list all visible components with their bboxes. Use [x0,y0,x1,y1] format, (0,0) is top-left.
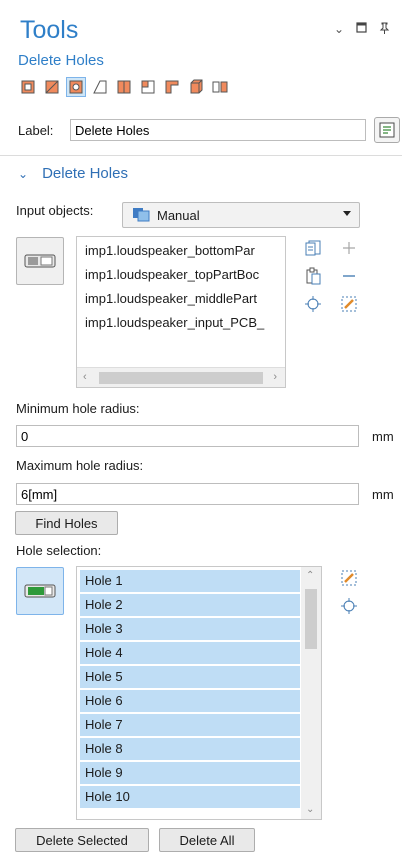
divider [0,155,402,156]
zoom-to-selection-icon[interactable] [303,294,323,314]
zoom-to-selection-icon[interactable] [339,596,359,616]
list-item[interactable]: Hole 8 [80,738,300,760]
hole-list-tools [339,568,359,616]
section-title: Delete Holes [42,165,128,182]
scroll-left-icon[interactable]: ‹ [83,371,87,383]
input-objects-value: Manual [157,207,200,223]
input-objects-select[interactable]: Manual [122,202,360,228]
hole-selection-list[interactable]: Hole 1 Hole 2 Hole 3 Hole 4 Hole 5 Hole … [76,566,322,820]
paste-icon[interactable] [303,266,323,286]
list-item[interactable]: Hole 3 [80,618,300,640]
delete-all-button[interactable]: Delete All [159,828,255,852]
geometry-toolbar [18,77,230,97]
chevron-down-icon [343,211,351,216]
object-list-tools [303,238,359,314]
clear-selection-icon[interactable] [339,294,359,314]
panel-title: Tools [20,16,79,44]
max-radius-unit: mm [372,487,394,502]
maximize-icon[interactable] [356,22,367,37]
scroll-thumb[interactable] [305,589,317,649]
solid-box-icon[interactable] [186,77,206,97]
add-icon[interactable] [339,238,359,258]
list-item[interactable]: Hole 1 [80,570,300,592]
min-radius-unit: mm [372,429,394,444]
vertical-scrollbar[interactable]: ⌃ ⌄ [301,567,321,819]
split-icon[interactable] [114,77,134,97]
fill-surface-icon[interactable] [90,77,110,97]
list-item[interactable]: imp1.loudspeaker_bottomPar [77,239,285,263]
merge-icon[interactable] [138,77,158,97]
section-header[interactable]: ⌄ Delete Holes [18,165,128,182]
list-item[interactable]: imp1.loudspeaker_middlePart [77,287,285,311]
label-edit-icon[interactable] [374,117,400,143]
list-item[interactable]: Hole 5 [80,666,300,688]
input-objects-list[interactable]: imp1.loudspeaker_bottomPar imp1.loudspea… [76,236,286,388]
delete-holes-icon[interactable] [18,77,38,97]
manual-selection-icon [131,206,151,225]
panel-subtitle: Delete Holes [18,52,104,69]
list-item[interactable]: Hole 2 [80,594,300,616]
detach-icon[interactable] [210,77,230,97]
remove-icon[interactable] [339,266,359,286]
chevron-down-icon[interactable]: ⌄ [18,167,28,181]
activate-selection-toggle[interactable] [16,237,64,285]
label-row: Label: [18,119,366,141]
list-item[interactable]: Hole 6 [80,690,300,712]
delete-holes-active-icon[interactable] [66,77,86,97]
max-radius-label: Maximum hole radius: [16,458,144,473]
label-input[interactable] [70,119,366,141]
copy-list-icon[interactable] [303,238,323,258]
list-item[interactable]: Hole 10 [80,786,300,808]
cut-corner-icon[interactable] [162,77,182,97]
min-radius-label: Minimum hole radius: [16,401,140,416]
delete-selected-button[interactable]: Delete Selected [15,828,149,852]
input-objects-label: Input objects: [16,203,94,218]
min-radius-input[interactable] [16,425,359,447]
fill-face-icon[interactable] [42,77,62,97]
find-holes-button[interactable]: Find Holes [15,511,118,535]
window-controls: ⌄ [334,22,390,37]
list-item[interactable]: imp1.loudspeaker_input_PCB_ [77,311,285,335]
scroll-right-icon[interactable]: › [273,371,277,383]
list-item[interactable]: Hole 7 [80,714,300,736]
input-objects-row: Input objects: [16,203,93,218]
scroll-up-icon[interactable]: ⌃ [306,570,314,581]
clear-selection-icon[interactable] [339,568,359,588]
max-radius-input[interactable] [16,483,359,505]
horizontal-scrollbar[interactable]: ‹ › [77,367,285,387]
hole-selection-label: Hole selection: [16,543,102,558]
list-item[interactable]: imp1.loudspeaker_topPartBoc [77,263,285,287]
scroll-down-icon[interactable]: ⌄ [306,804,314,815]
list-item[interactable]: Hole 4 [80,642,300,664]
scroll-thumb[interactable] [99,372,263,384]
chevron-down-icon[interactable]: ⌄ [334,22,344,37]
pin-icon[interactable] [379,22,390,37]
activate-hole-selection-toggle[interactable] [16,567,64,615]
label-caption: Label: [18,122,54,138]
list-item[interactable]: Hole 9 [80,762,300,784]
